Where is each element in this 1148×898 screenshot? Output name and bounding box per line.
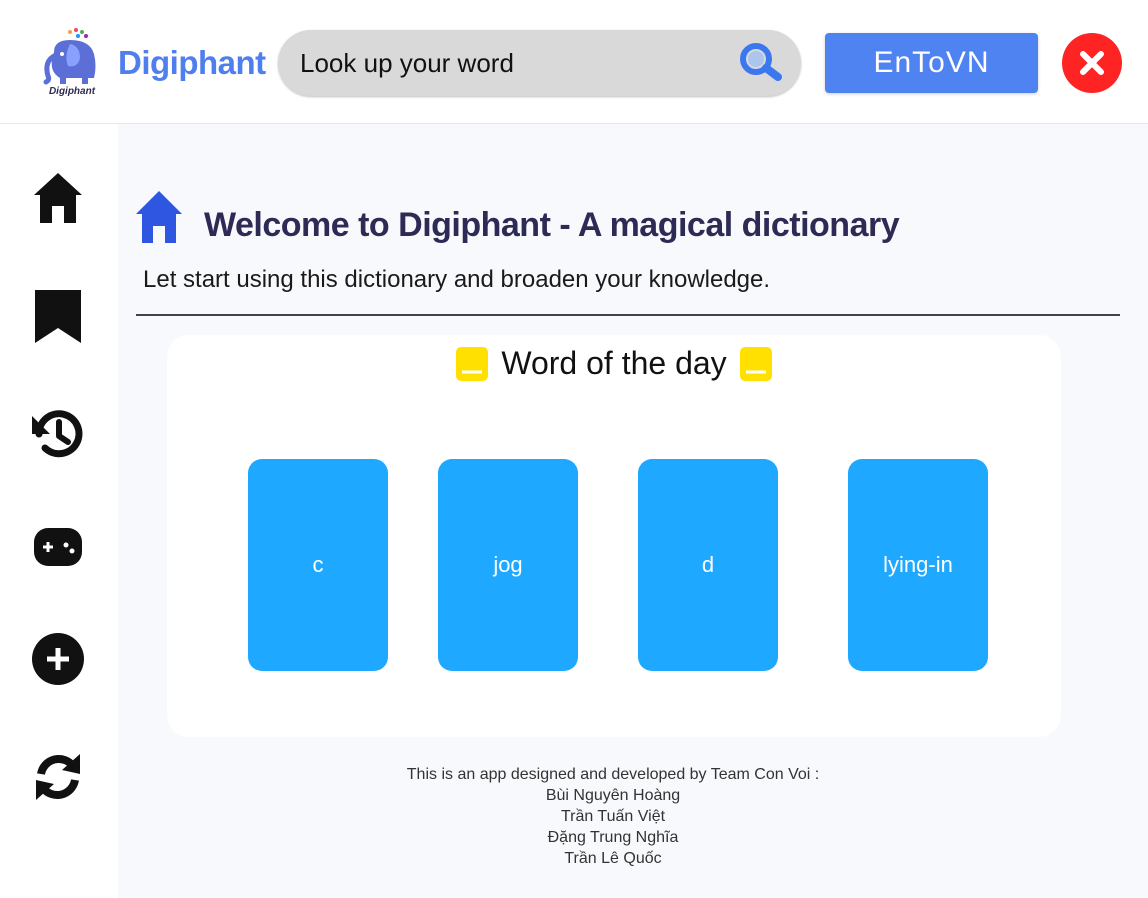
close-icon [1080,51,1104,75]
main-content: Welcome to Digiphant - A magical diction… [118,124,1148,898]
search-bar [278,30,801,96]
brand-name: Digiphant [118,44,266,81]
sidebar-item-sync[interactable] [28,747,88,807]
header: Digiphant Digiphant EnToVN [0,0,1148,124]
footer-credits: This is an app designed and developed by… [118,764,1108,869]
sidebar-item-bookmark[interactable] [28,286,88,346]
close-button[interactable] [1062,33,1122,93]
gamepad-icon [34,528,82,566]
sidebar [0,124,118,898]
page-title: Welcome to Digiphant - A magical diction… [204,206,900,244]
word-tile[interactable]: jog [438,459,578,671]
home-icon [34,173,82,223]
search-input[interactable] [300,30,730,96]
word-tile[interactable]: d [638,459,778,671]
footer-member: Bùi Nguyên Hoàng [545,787,681,804]
sidebar-item-add[interactable] [28,629,88,689]
app-root: Digiphant Digiphant EnToVN [0,0,1148,898]
sidebar-item-game[interactable] [28,516,88,576]
footer-member: Trần Tuấn Việt [560,808,666,825]
book-icon [739,346,772,381]
sidebar-item-history[interactable] [28,404,88,464]
search-icon[interactable] [736,42,784,82]
sync-icon [36,754,80,800]
add-icon [32,633,84,685]
page-subtitle: Let start using this dictionary and broa… [143,266,771,293]
word-of-the-day-card: Word of the day c jog d lying-in [167,335,1061,737]
bookmark-icon [35,290,81,343]
history-icon [32,410,83,458]
word-tile[interactable]: lying-in [848,459,988,671]
logo-text: Digiphant [49,86,96,97]
language-toggle-button[interactable]: EnToVN [825,33,1038,93]
footer-intro: This is an app designed and developed by… [406,766,820,783]
word-of-the-day-title: Word of the day [501,345,727,381]
divider [136,314,1120,316]
word-tile[interactable]: c [248,459,388,671]
footer-member: Đặng Trung Nghĩa [547,829,679,846]
home-icon [136,191,182,243]
footer-member: Trần Lê Quốc [564,850,662,867]
word-of-the-day-header: Word of the day [167,345,1061,382]
elephant-logo-icon[interactable]: Digiphant [40,26,104,98]
sidebar-item-home[interactable] [28,168,88,228]
book-icon [456,346,489,381]
